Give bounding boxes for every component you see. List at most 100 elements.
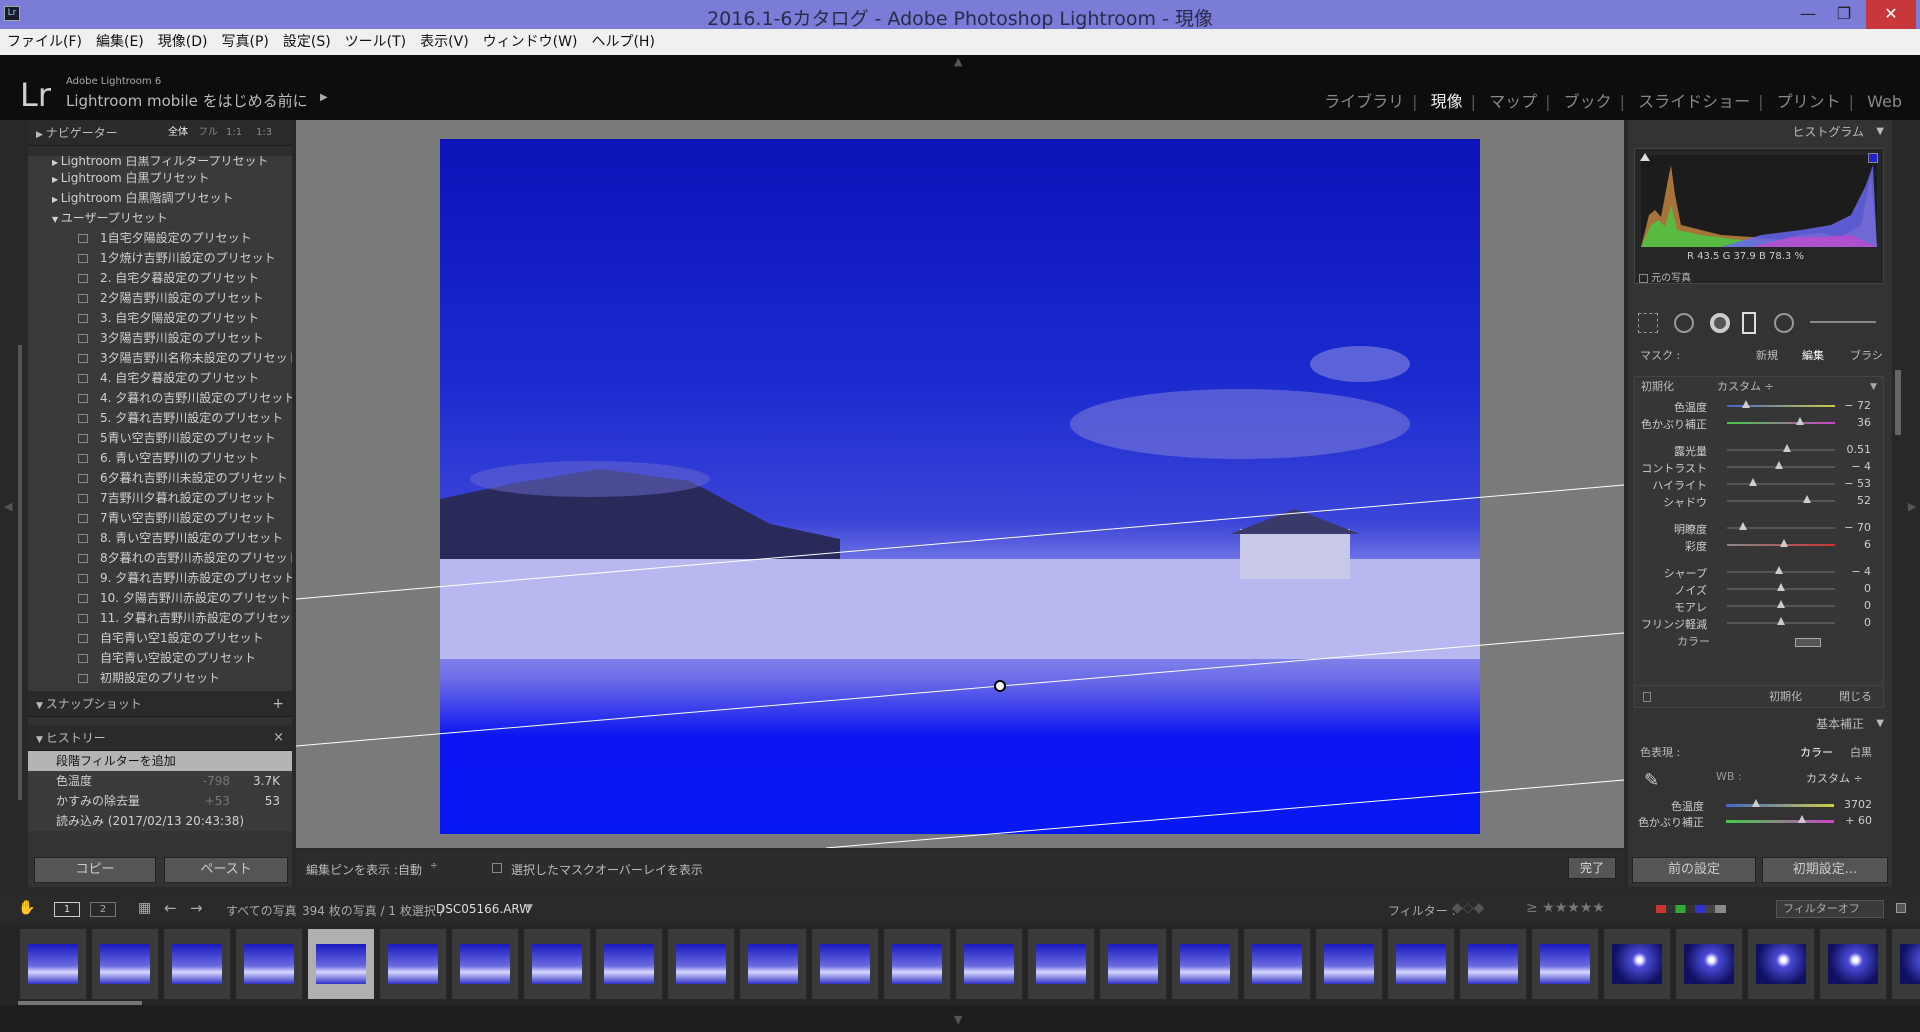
slider-thumb[interactable] [1780,539,1789,547]
shadow-clipping-icon[interactable] [1640,153,1650,161]
preset-item[interactable]: 4. 自宅夕暮設定のプリセット [28,368,292,388]
preset-item[interactable]: 3. 自宅夕陽設定のプリセット [28,308,292,328]
slider-row[interactable]: 明瞭度 − 70 [1635,519,1883,536]
history-header[interactable]: ▼ ヒストリー × [28,725,292,751]
filmstrip-thumbnail[interactable] [956,929,1022,999]
basic-header[interactable]: 基本補正 [1628,712,1892,736]
slider-thumb[interactable] [1742,400,1751,408]
slider-thumb[interactable] [1796,417,1805,425]
chevron-updown-icon[interactable]: ÷ [430,861,438,871]
original-checkbox[interactable] [1639,273,1648,283]
filmstrip-thumbnail[interactable] [1820,929,1886,999]
color-swatch[interactable] [1795,638,1821,647]
mobile-link[interactable]: Lightroom mobile をはじめる前に [66,90,308,111]
history-row[interactable]: 段階フィルターを追加 [28,751,292,771]
slider-thumb[interactable] [1774,566,1783,574]
add-snapshot-icon[interactable]: + [272,691,284,717]
module-develop[interactable]: 現像 [1423,92,1471,111]
zoom-1-3[interactable]: 1:3 [256,120,272,146]
module-web[interactable]: Web [1859,92,1910,111]
filmstrip-thumbnail[interactable] [92,929,158,999]
slider-track[interactable] [1727,449,1835,451]
forward-arrow-icon[interactable]: → [190,899,203,917]
preset-item[interactable]: 5青い空吉野川設定のプリセット [28,428,292,448]
slider-thumb[interactable] [1739,522,1748,530]
module-library[interactable]: ライブラリ [1316,92,1412,111]
filmstrip-thumbnail[interactable] [164,929,230,999]
filmstrip-thumbnail[interactable] [452,929,518,999]
module-book[interactable]: ブック [1556,92,1620,111]
filmstrip-thumbnail[interactable] [1892,929,1920,999]
filmstrip-thumbnail[interactable] [1316,929,1382,999]
mask-brush[interactable]: ブラシ [1850,344,1883,368]
slider-track[interactable] [1727,500,1835,502]
pin-select[interactable]: 自動 [398,861,422,878]
overlay-checkbox[interactable] [492,863,502,873]
tint-thumb[interactable] [1798,815,1806,823]
menu-edit[interactable]: 編集(E) [89,29,151,55]
right-scrollbar[interactable] [1895,370,1901,435]
effect-preset[interactable]: カスタム ÷ [1717,377,1774,397]
paste-button[interactable]: ペースト [164,857,288,883]
filmstrip-thumbnail[interactable] [1676,929,1742,999]
treatment-bw[interactable]: 白黒 [1850,744,1872,760]
filmstrip-thumbnail[interactable] [308,929,374,999]
filmstrip-thumbnail[interactable] [524,929,590,999]
slider-row[interactable]: 色温度 − 72 [1635,397,1883,414]
highlight-clipping-icon[interactable] [1868,153,1878,163]
window1-button[interactable]: 1 [54,902,80,917]
filmstrip-thumbnail[interactable] [20,929,86,999]
slider-thumb[interactable] [1774,461,1783,469]
slider-row[interactable]: ノイズ 0 [1635,580,1883,597]
collapse-icon[interactable]: ▼ [1870,377,1877,397]
preset-folder[interactable]: ▶ Lightroom 白黒プリセット [28,168,292,188]
preset-item[interactable]: 1自宅夕陽設定のプリセット [28,228,292,248]
preset-folder-user[interactable]: ▼ ユーザープリセット [28,208,292,228]
filmstrip-thumbnail[interactable] [812,929,878,999]
chevron-down-icon[interactable]: ▼ [526,903,533,913]
pointer-icon[interactable]: ✋ [18,900,35,916]
preset-item[interactable]: 9. 夕暮れ吉野川赤設定のプリセット [28,568,292,588]
filmstrip-thumbnail[interactable] [1244,929,1310,999]
filmstrip-thumbnail[interactable] [380,929,446,999]
crop-icon[interactable] [1638,313,1658,333]
preset-item[interactable]: 自宅青い空設定のプリセット [28,648,292,668]
preset-item[interactable]: 7青い空吉野川設定のプリセット [28,508,292,528]
slider-thumb[interactable] [1802,495,1811,503]
slider-value[interactable]: 0.51 [1847,443,1872,456]
slider-value[interactable]: − 70 [1844,521,1871,534]
slider-value[interactable]: 0 [1864,599,1871,612]
slider-track[interactable] [1727,483,1835,485]
preset-item[interactable]: 11. 夕暮れ吉野川赤設定のプリセット [28,608,292,628]
filmstrip-thumbnail[interactable] [236,929,302,999]
preset-folder[interactable]: ▶ Lightroom 白黒フィルタープリセット [28,156,292,168]
slider-row[interactable]: シャープ − 4 [1635,563,1883,580]
slider-thumb[interactable] [1777,600,1785,608]
slider-value[interactable]: 6 [1864,538,1871,551]
mask-toggle-icon[interactable] [1643,692,1651,702]
module-slideshow[interactable]: スライドショー [1630,92,1758,111]
preset-item[interactable]: 5. 夕暮れ吉野川設定のプリセット [28,408,292,428]
preset-item[interactable]: 2夕陽吉野川設定のプリセット [28,288,292,308]
history-row[interactable]: 読み込み (2017/02/13 20:43:38) [28,811,292,831]
filmstrip-thumbnail[interactable] [1100,929,1166,999]
adjustment-brush-icon[interactable] [1810,321,1876,323]
menu-view[interactable]: 表示(V) [413,29,476,55]
temp-thumb[interactable] [1752,799,1760,807]
wb-select[interactable]: カスタム ÷ [1806,770,1863,786]
menu-help[interactable]: ヘルプ(H) [584,29,661,55]
minimize-icon[interactable]: — [1790,0,1826,29]
zoom-1-1[interactable]: 1:1 [226,120,242,146]
mask-reset-button[interactable]: 初期化 [1769,686,1802,708]
menu-settings[interactable]: 設定(S) [276,29,338,55]
slider-row[interactable]: モアレ 0 [1635,597,1883,614]
histogram-header[interactable]: ヒストグラム [1628,120,1892,144]
graduated-filter-overlay[interactable] [296,120,1624,848]
slider-value[interactable]: 0 [1864,616,1871,629]
left-scrollbar[interactable] [18,345,22,800]
slider-row[interactable]: 色かぶり補正 36 [1635,414,1883,431]
filter-preset-select[interactable]: フィルターオフ [1776,900,1884,918]
clear-history-icon[interactable]: × [273,725,284,751]
preset-item[interactable]: 6夕暮れ吉野川未設定のプリセット [28,468,292,488]
menu-file[interactable]: ファイル(F) [0,29,89,55]
